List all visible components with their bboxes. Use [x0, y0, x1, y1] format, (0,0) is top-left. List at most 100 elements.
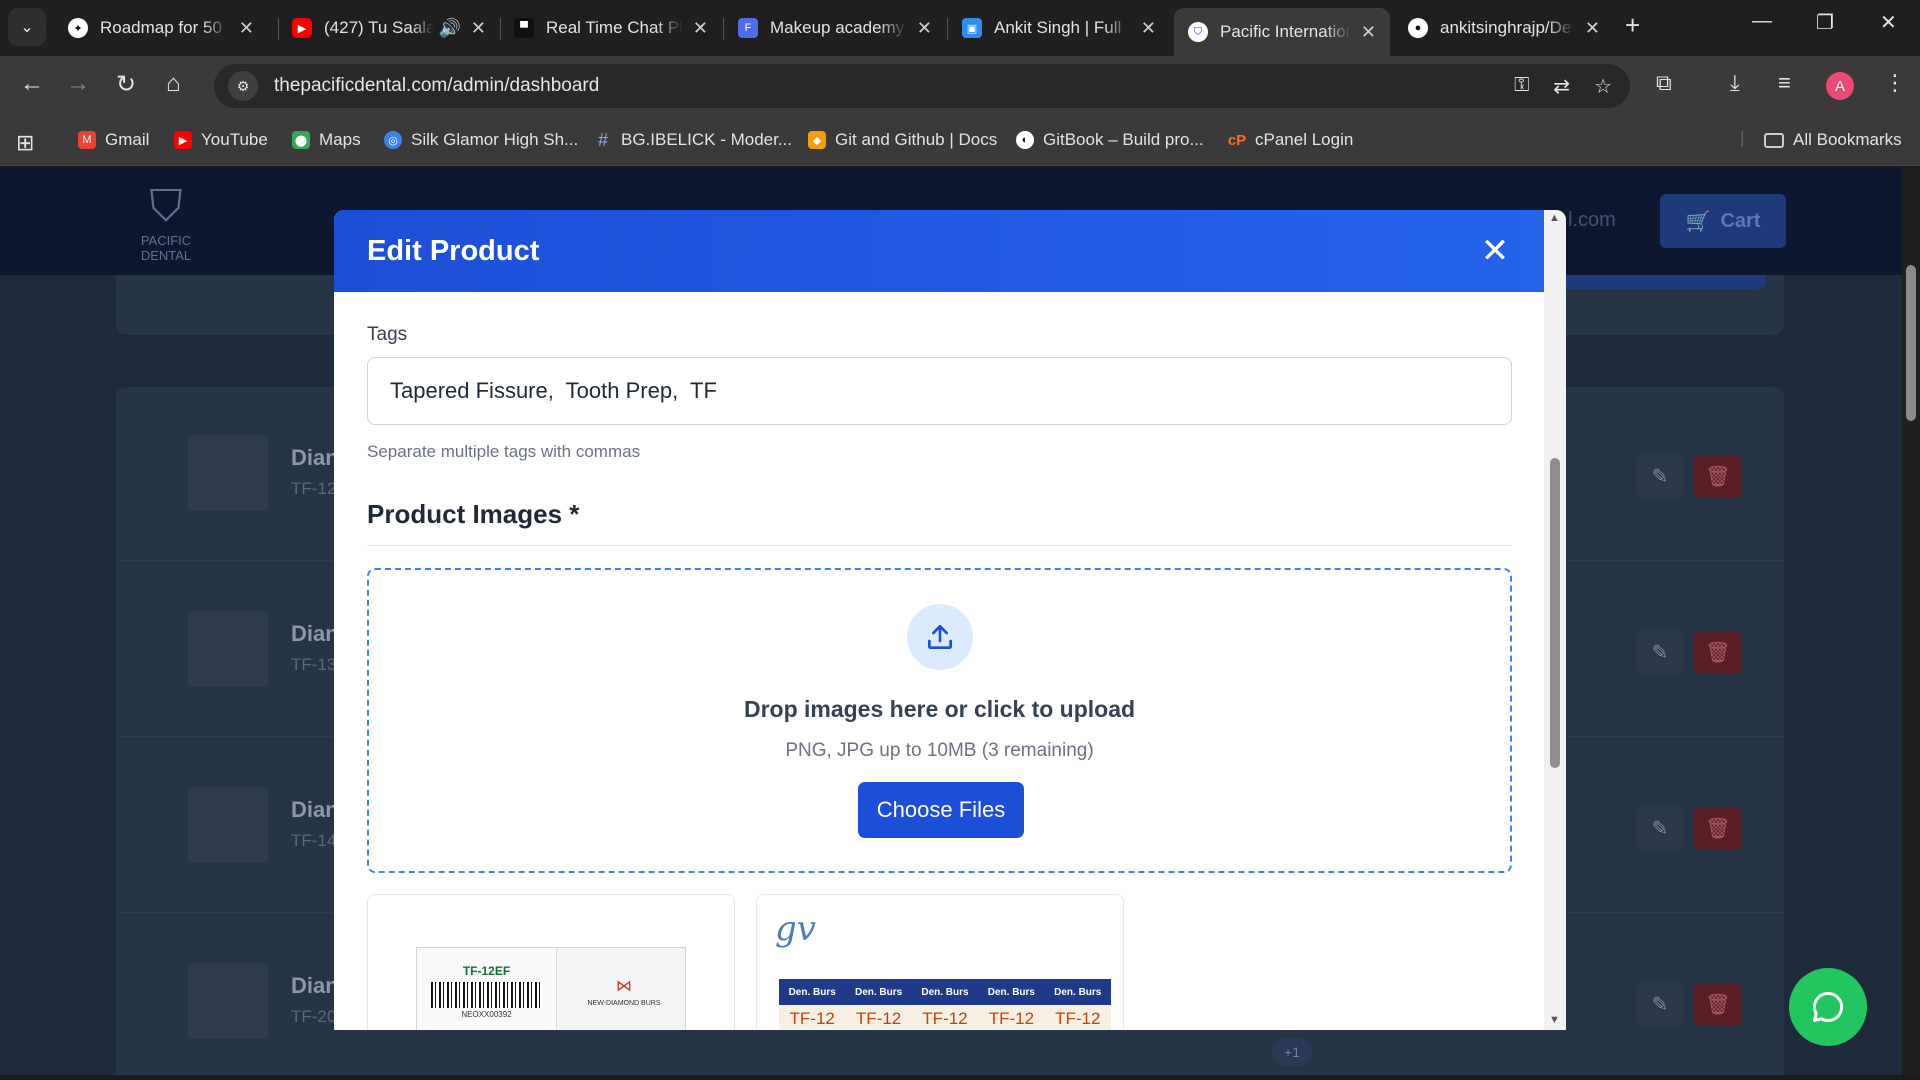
- tab-4[interactable]: ▣ Ankit Singh | Full ✕: [948, 8, 1170, 48]
- tooth-logo-icon: ⛉: [149, 182, 183, 231]
- gv-logo: gv: [775, 909, 816, 949]
- cart-button[interactable]: 🛒 Cart: [1660, 194, 1786, 248]
- edit-icon[interactable]: ✎: [1636, 807, 1684, 849]
- browser-toolbar: ← → ↻ ⌂ ⚙ thepacificdental.com/admin/das…: [0, 56, 1920, 116]
- tab-1[interactable]: ▶ (427) Tu Saala Ko 🔊 ✕: [278, 8, 500, 48]
- product-photo: TF-12EF NEOXX00392 ⋈ NEW-DIAMOND BURS: [416, 947, 686, 1030]
- tab-6[interactable]: ● ankitsinghrajp/De ✕: [1394, 8, 1614, 48]
- url-text[interactable]: thepacificdental.com/admin/dashboard: [274, 75, 599, 97]
- extensions-icon[interactable]: ⧉: [1656, 70, 1672, 96]
- chatgpt-icon: ✦: [68, 18, 88, 38]
- more-images-badge: +1: [1272, 1038, 1312, 1066]
- bookmark-cpanel[interactable]: cP cPanel Login: [1228, 130, 1353, 150]
- bookmark-youtube[interactable]: ▶ YouTube: [174, 130, 268, 150]
- delete-icon[interactable]: 🗑: [1694, 807, 1742, 849]
- tab-title: Pacific Internation: [1220, 22, 1351, 41]
- apps-grid-icon[interactable]: ⊞: [16, 130, 34, 156]
- forward-icon[interactable]: →: [66, 70, 90, 98]
- barcode-graphic: [431, 982, 542, 1008]
- reload-icon[interactable]: ↻: [116, 70, 136, 99]
- restore-button[interactable]: ❐: [1816, 10, 1834, 35]
- tab-title: Real Time Chat Pl: [546, 18, 683, 37]
- edit-icon[interactable]: ✎: [1636, 983, 1684, 1025]
- folder-icon: [1764, 132, 1784, 148]
- close-tab-icon[interactable]: ✕: [471, 18, 486, 39]
- modal-body: Tags Separate multiple tags with commas …: [334, 292, 1544, 1030]
- git-docs-icon: ◆: [808, 131, 826, 149]
- home-icon[interactable]: ⌂: [166, 70, 181, 98]
- bookmark-silk-glamor[interactable]: ◎ Silk Glamor High Sh...: [384, 130, 578, 150]
- close-tab-icon[interactable]: ✕: [1361, 22, 1376, 43]
- modal-scrollbar[interactable]: ▲ ▼: [1544, 210, 1566, 1030]
- gmail-icon: M: [78, 131, 96, 149]
- bookmark-star-icon[interactable]: ☆: [1594, 74, 1612, 99]
- choose-files-button[interactable]: Choose Files: [858, 782, 1024, 838]
- profile-avatar[interactable]: A: [1826, 72, 1854, 100]
- close-tab-icon[interactable]: ✕: [693, 18, 708, 39]
- media-control-icon[interactable]: ≡: [1778, 70, 1791, 96]
- product-image-preview[interactable]: gv Den. Burs Den. Burs Den. Burs Den. Bu…: [756, 894, 1124, 1030]
- tab-0[interactable]: ✦ Roadmap for 50 Da ✕: [54, 8, 268, 48]
- tab-title: ankitsinghrajp/De: [1440, 18, 1572, 37]
- new-tab-button[interactable]: +: [1625, 10, 1640, 41]
- edit-icon[interactable]: ✎: [1636, 455, 1684, 497]
- all-bookmarks[interactable]: All Bookmarks: [1764, 130, 1902, 150]
- tags-input[interactable]: [367, 357, 1512, 425]
- minimize-button[interactable]: —: [1752, 10, 1772, 33]
- bookmarks-bar: ⊞ M Gmail ▶ YouTube ⬤ Maps ◎ Silk Glamor Hig…: [0, 116, 1920, 166]
- pacific-dental-logo[interactable]: ⛉ PACIFIC DENTAL: [126, 181, 206, 263]
- bookmark-gmail[interactable]: M Gmail: [78, 130, 149, 150]
- tab-2[interactable]: ▀ Real Time Chat Pl ✕: [500, 8, 722, 48]
- delete-icon[interactable]: 🗑: [1694, 455, 1742, 497]
- scroll-thumb[interactable]: [1550, 458, 1560, 768]
- edit-icon[interactable]: ✎: [1636, 631, 1684, 673]
- chat-button[interactable]: [1789, 968, 1867, 1046]
- audio-icon[interactable]: 🔊: [438, 18, 460, 39]
- product-images-title: Product Images *: [367, 499, 580, 529]
- scroll-down-icon[interactable]: ▼: [1549, 1014, 1560, 1026]
- tab-title: Makeup academy: [770, 18, 905, 37]
- bookmark-maps[interactable]: ⬤ Maps: [292, 130, 361, 150]
- translate-icon[interactable]: ⇄: [1553, 74, 1570, 99]
- close-window-button[interactable]: ✕: [1880, 10, 1897, 35]
- forms-icon: F: [738, 18, 758, 38]
- close-icon[interactable]: ✕: [1476, 232, 1514, 270]
- header-email: l.com: [1568, 209, 1616, 231]
- address-bar[interactable]: ⚙ thepacificdental.com/admin/dashboard ⚿…: [214, 64, 1630, 108]
- product-thumbnail: [188, 963, 268, 1039]
- scroll-up-icon[interactable]: ▲: [1549, 212, 1560, 224]
- close-tab-icon[interactable]: ✕: [239, 18, 254, 39]
- delete-icon[interactable]: 🗑: [1694, 631, 1742, 673]
- bookmark-bg-ibelick[interactable]: # BG.IBELICK - Moder...: [594, 130, 792, 150]
- gitbook-icon: ◐: [1016, 131, 1034, 149]
- cpanel-icon: cP: [1227, 131, 1247, 149]
- bookmark-gitbook[interactable]: ◐ GitBook – Build pro...: [1016, 130, 1204, 150]
- close-tab-icon[interactable]: ✕: [1141, 18, 1156, 39]
- cart-icon: 🛒: [1685, 210, 1711, 233]
- page-scrollbar[interactable]: [1902, 167, 1920, 1075]
- product-image-preview[interactable]: TF-12EF NEOXX00392 ⋈ NEW-DIAMOND BURS: [367, 894, 735, 1030]
- edit-product-modal: Edit Product ✕ Tags Separate multiple ta…: [334, 210, 1566, 1030]
- product-thumbnail: [188, 787, 268, 863]
- tab-search-button[interactable]: ⌄: [8, 8, 46, 46]
- product-name: Dian: [291, 797, 339, 822]
- tags-label: Tags: [367, 324, 408, 345]
- password-key-icon[interactable]: ⚿: [1514, 74, 1529, 99]
- modal-title: Edit Product: [367, 234, 540, 267]
- tab-5-active[interactable]: ⛉ Pacific Internation ✕: [1174, 8, 1390, 56]
- close-tab-icon[interactable]: ✕: [1585, 18, 1600, 39]
- delete-icon[interactable]: 🗑: [1694, 983, 1742, 1025]
- download-icon[interactable]: ⤓: [1730, 70, 1740, 96]
- photo-code: TF-12EF: [462, 964, 511, 978]
- product-name: Dian: [291, 445, 339, 470]
- tab-3[interactable]: F Makeup academy ✕: [724, 8, 946, 48]
- site-info-icon[interactable]: ⚙: [228, 71, 258, 101]
- back-icon[interactable]: ←: [20, 70, 44, 98]
- modal-header: Edit Product ✕: [334, 210, 1544, 292]
- close-tab-icon[interactable]: ✕: [917, 18, 932, 39]
- menu-kebab-icon[interactable]: ⋮: [1884, 70, 1906, 96]
- image-dropzone[interactable]: Drop images here or click to upload PNG,…: [367, 568, 1512, 873]
- bookmark-git-github[interactable]: ◆ Git and Github | Docs: [808, 130, 997, 150]
- youtube-icon: ▶: [292, 18, 312, 38]
- app-icon: ▀: [514, 18, 534, 38]
